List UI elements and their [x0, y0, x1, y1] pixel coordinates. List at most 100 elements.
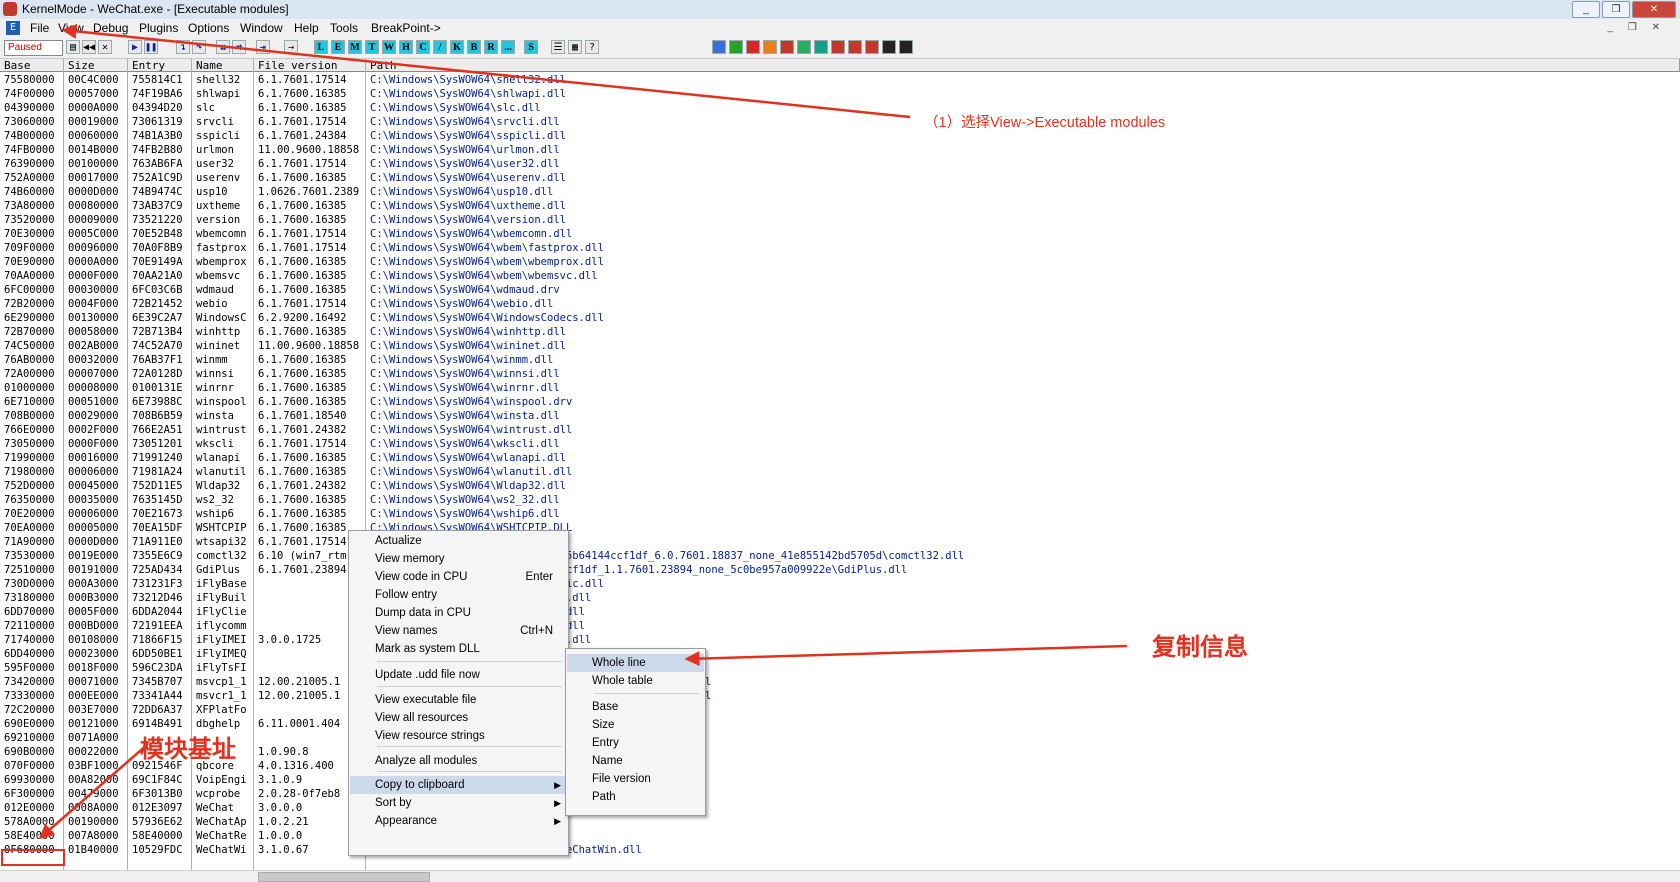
column-header-file-version[interactable]: File version	[254, 59, 366, 72]
module-row[interactable]: 72A00000 00007000 72A0128D winnsi 6.1.7600.1…	[0, 367, 1680, 381]
module-row[interactable]: 72110000000BD00072191EEAiflycommek\iFlyI…	[0, 619, 1680, 633]
context-menu-copy-to-clipboard[interactable]: Copy to clipboard ▶	[350, 776, 567, 794]
context-menu-follow-entry[interactable]: Follow entry	[350, 586, 567, 604]
pause-icon[interactable]: ❚❚	[144, 40, 158, 54]
horizontal-scrollbar[interactable]	[0, 870, 1680, 882]
module-row[interactable]: 70AA0000 0000F000 70AA21A0 wbemsvc 6.1.7600.…	[0, 269, 1680, 283]
memory-window-button[interactable]: M	[348, 40, 362, 54]
module-row[interactable]: 01000000 00008000 0100131E winrnr 6.1.7600.1…	[0, 381, 1680, 395]
plugin-icon-3[interactable]	[746, 40, 760, 54]
copy-submenu-file-version[interactable]: File version	[567, 770, 704, 788]
log-window-button[interactable]: L	[314, 40, 328, 54]
run-icon[interactable]: ▶	[128, 40, 142, 54]
close-button[interactable]: ✕	[1632, 1, 1676, 18]
plugin-icon-6[interactable]	[797, 40, 811, 54]
module-row[interactable]: 72C20000003E700072DD6A37XFPlatFoXFPlatfo…	[0, 703, 1680, 717]
module-row[interactable]: 766E0000 0002F000 766E2A51 wintrust 6.1.7601…	[0, 423, 1680, 437]
plugin-icon-8[interactable]	[831, 40, 845, 54]
module-row[interactable]: 752D0000 00045000 752D11E5 Wldap32 6.1.7601.…	[0, 479, 1680, 493]
module-row[interactable]: 73520000 00009000 73521220 version 6.1.7600.…	[0, 213, 1680, 227]
modules-window-button[interactable]: E	[331, 40, 345, 54]
copy-submenu-path[interactable]: Path	[567, 788, 704, 806]
context-menu-view-executable-file[interactable]: View executable file	[350, 691, 567, 709]
module-row[interactable]: 70E30000 0005C000 70E52B48 wbemcomn 6.1.7601…	[0, 227, 1680, 241]
menu-debug[interactable]: Debug	[93, 21, 128, 35]
windows-window-button[interactable]: W	[382, 40, 396, 54]
module-row[interactable]: 72510000 00191000 725AD434 GdiPlus 6.1.7601.…	[0, 563, 1680, 577]
call-stack-window-button[interactable]: K	[450, 40, 464, 54]
threads-window-button[interactable]: T	[365, 40, 379, 54]
plugin-icon-7[interactable]	[814, 40, 828, 54]
minimize-button[interactable]: _	[1572, 1, 1600, 18]
step-into-icon[interactable]: ↴	[176, 40, 190, 54]
module-row[interactable]: 04390000 0000A000 04394D20 slc 6.1.7600.1638…	[0, 101, 1680, 115]
copy-submenu-size[interactable]: Size	[567, 716, 704, 734]
module-row[interactable]: 70E20000 00006000 70E21673 wship6 6.1.7600.1…	[0, 507, 1680, 521]
plugin-icon-5[interactable]	[780, 40, 794, 54]
column-header-base[interactable]: Base	[0, 59, 64, 72]
context-menu-appearance[interactable]: Appearance ▶	[350, 812, 567, 830]
context-menu-mark-as-system-dll[interactable]: Mark as system DLL	[350, 640, 567, 658]
module-row[interactable]: 70E90000 0000A000 70E9149A wbemprox 6.1.7600…	[0, 255, 1680, 269]
column-header-path[interactable]: Path	[366, 59, 1680, 72]
module-row[interactable]: 74FB0000 0014B000 74FB2B80 urlmon 11.00.9600…	[0, 143, 1680, 157]
help-button[interactable]: ?	[585, 40, 599, 54]
module-row[interactable]: 6E710000 00051000 6E73988C winspool 6.1.7600…	[0, 395, 1680, 409]
menu-plugins[interactable]: Plugins	[139, 21, 178, 35]
module-row[interactable]: 70EA0000 00005000 70EA15DF WSHTCPIP 6.1.7600…	[0, 521, 1680, 535]
module-row[interactable]: 6E290000 00130000 6E39C2A7 WindowsC 6.2.9200…	[0, 311, 1680, 325]
module-row[interactable]: 71A90000 0000D000 71A911E0 wtsapi32 6.1.7601…	[0, 535, 1680, 549]
menu-window[interactable]: Window	[240, 21, 283, 35]
module-row[interactable]: 69930000 00A82000 69C1F84C VoipEngi 3.1.0.9	[0, 773, 1680, 787]
menu-view[interactable]: View	[58, 21, 84, 35]
module-row[interactable]: 6FC00000 00030000 6FC03C6B wdmaud 6.1.7600.1…	[0, 283, 1680, 297]
module-row[interactable]: 73530000 0019E000 7355E6C9 comctl32 6.10 (wi…	[0, 549, 1680, 563]
plugin-icon-1[interactable]	[712, 40, 726, 54]
module-row[interactable]: 730D0000000A3000731231F3iFlyBaseek\iFlyI…	[0, 577, 1680, 591]
context-menu-view-resource-strings[interactable]: View resource strings	[350, 727, 567, 745]
module-row[interactable]: 74B00000 00060000 74B1A3B0 sspicli 6.1.7601.…	[0, 129, 1680, 143]
go-to-icon[interactable]: →	[284, 40, 298, 54]
menu-help[interactable]: Help	[294, 21, 319, 35]
patches-window-button[interactable]: /	[433, 40, 447, 54]
module-row[interactable]: 73050000 0000F000 73051201 wkscli 6.1.7601.1…	[0, 437, 1680, 451]
module-row[interactable]: 6DD40000000230006DD50BE1iFlyIMEQiFlyIMEQ…	[0, 647, 1680, 661]
step-over-icon[interactable]: ↷	[192, 40, 206, 54]
module-row[interactable]: 070F0000 03BF1000 0921546F qbcore 4.0.1316.4…	[0, 759, 1680, 773]
module-row[interactable]: 578A0000 00190000 57936E62 WeChatAp 1.0.2.21…	[0, 815, 1680, 829]
context-menu-view-code-in-cpu[interactable]: View code in CPU Enter	[350, 568, 567, 586]
module-row[interactable]: 0F680000 01B40000 10529FDC WeChatWi 3.1.0.67…	[0, 843, 1680, 857]
context-menu-view-memory[interactable]: View memory	[350, 550, 567, 568]
context-menu-actualize[interactable]: Actualize	[350, 532, 567, 550]
module-row[interactable]: 74B60000 0000D000 74B9474C usp10 1.0626.7601…	[0, 185, 1680, 199]
open-file-icon[interactable]: ▤	[66, 40, 80, 54]
module-row[interactable]: 76AB0000 00032000 76AB37F1 winmm 6.1.7600.16…	[0, 353, 1680, 367]
module-row[interactable]: 74C50000 002AB000 74C52A70 wininet 11.00.960…	[0, 339, 1680, 353]
module-row[interactable]: 71980000 00006000 71981A24 wlanutil 6.1.7600…	[0, 465, 1680, 479]
copy-submenu-name[interactable]: Name	[567, 752, 704, 770]
module-row[interactable]: 709F0000 00096000 70A0F8B9 fastprox 6.1.7601…	[0, 241, 1680, 255]
trace-into-icon[interactable]: ⇊	[216, 40, 230, 54]
module-row[interactable]: 58E40000007A800058E40000WeChatRe1.0.0.0t…	[0, 829, 1680, 843]
mdi-window-icon[interactable]: E	[6, 21, 20, 35]
plugin-icon-2[interactable]	[729, 40, 743, 54]
module-row[interactable]: 75580000 00C4C000 755814C1 shell32 6.1.7601.…	[0, 73, 1680, 87]
module-row[interactable]: 73420000 00071000 7345B707 msvcp1_1 12.00.21…	[0, 675, 1680, 689]
module-row[interactable]: 71740000 00108000 71866F15 iFlyIMEI 3.0.0.17…	[0, 633, 1680, 647]
module-row[interactable]: 72B70000 00058000 72B713B4 winhttp 6.1.7600.…	[0, 325, 1680, 339]
execute-till-return-icon[interactable]: ⇥	[256, 40, 270, 54]
module-row[interactable]: 73060000 00019000 73061319 srvcli 6.1.7601.1…	[0, 115, 1680, 129]
context-menu-sort-by[interactable]: Sort by ▶	[350, 794, 567, 812]
module-row[interactable]: 73180000000B300073212D46iFlyBuilek\iFlyI…	[0, 591, 1680, 605]
module-row[interactable]: 6DD700000005F0006DDA2044iFlyClieek\iFlyI…	[0, 605, 1680, 619]
plugin-icon-9[interactable]	[848, 40, 862, 54]
handles-window-button[interactable]: H	[399, 40, 413, 54]
module-row[interactable]: 595F00000018F000596C23DAiFlyTsFIiFlyTsFI…	[0, 661, 1680, 675]
module-row[interactable]: 690B0000 00022000 1.0.90.8	[0, 745, 1680, 759]
trace-over-icon[interactable]: ⇉	[232, 40, 246, 54]
breakpoints-window-button[interactable]: B	[467, 40, 481, 54]
plugin-icon-12[interactable]	[899, 40, 913, 54]
plugin-icon-10[interactable]	[865, 40, 879, 54]
context-menu-dump-data-in-cpu[interactable]: Dump data in CPU	[350, 604, 567, 622]
restart-icon[interactable]: ◀◀	[82, 40, 96, 54]
